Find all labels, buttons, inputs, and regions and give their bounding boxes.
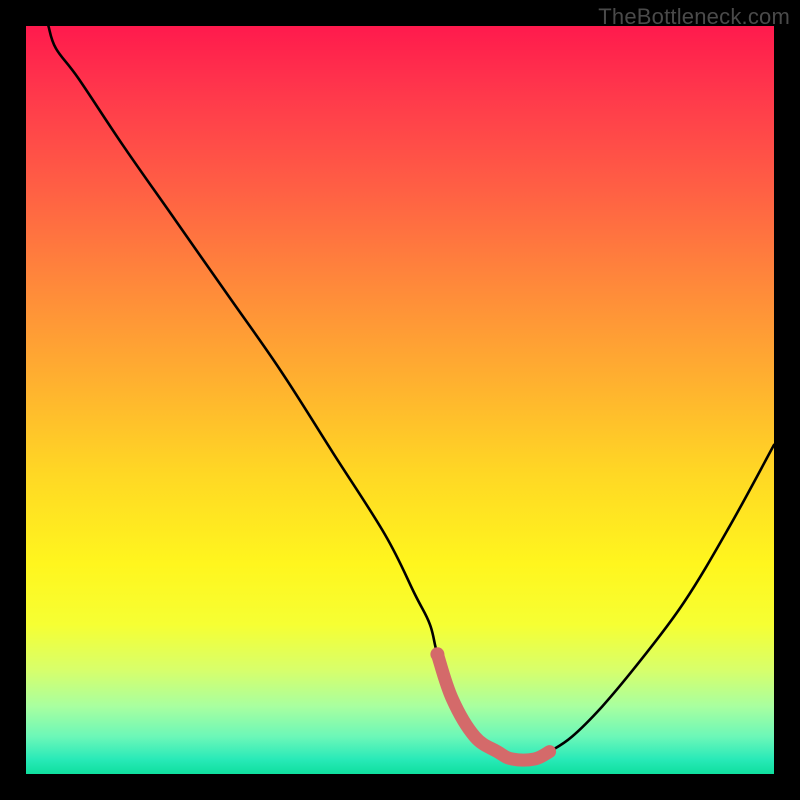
chart-frame: TheBottleneck.com [0, 0, 800, 800]
curve-layer [26, 26, 774, 774]
plot-area [26, 26, 774, 774]
optimal-range-highlight [437, 654, 549, 760]
optimal-start-dot [430, 647, 444, 661]
bottleneck-curve [48, 26, 774, 760]
